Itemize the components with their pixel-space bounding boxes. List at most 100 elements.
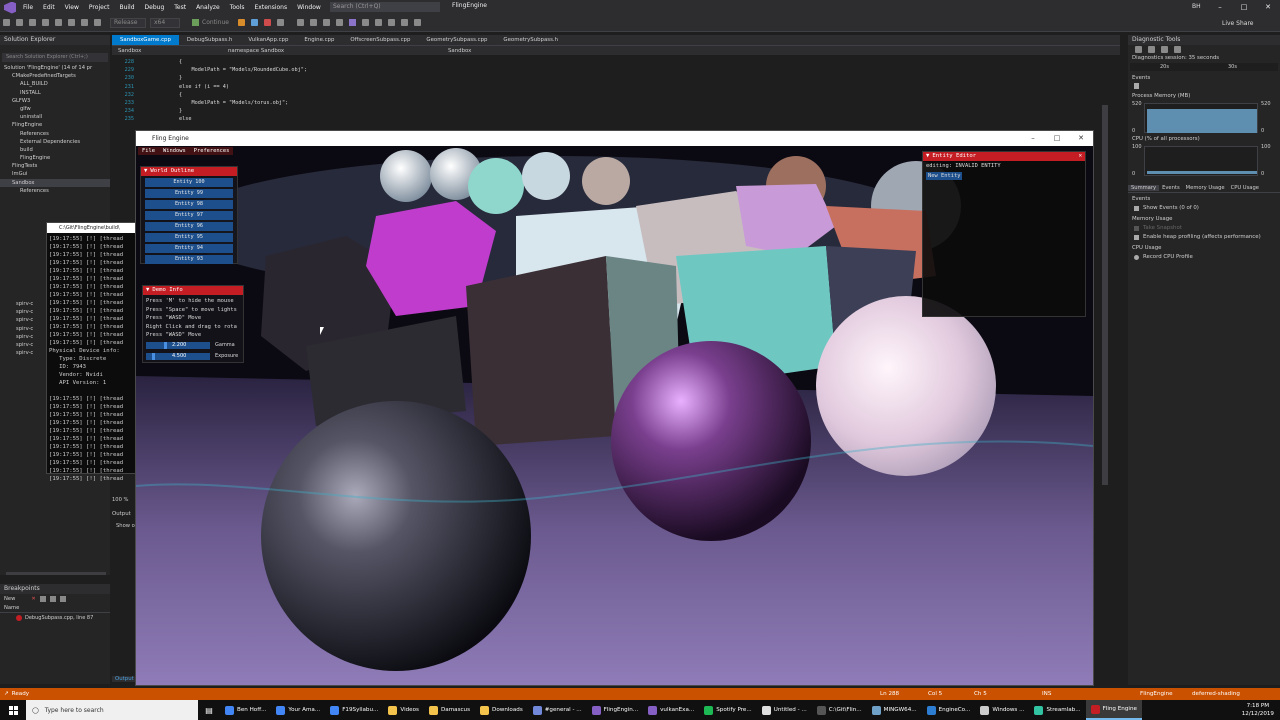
fling-menu-item[interactable]: File: [138, 148, 159, 154]
collapse-arrow-icon[interactable]: ▼: [144, 167, 147, 176]
solution-tree-item[interactable]: ImGui: [0, 170, 110, 178]
taskbar-app[interactable]: vulkanExa...: [643, 700, 699, 720]
taskbar-app[interactable]: Fling Engine: [1085, 700, 1142, 720]
diag-tab[interactable]: CPU Usage: [1228, 185, 1262, 191]
demo-info-header[interactable]: ▼ Demo Info: [143, 286, 243, 295]
entity-item[interactable]: Entity 95: [145, 233, 233, 242]
menu-view[interactable]: View: [60, 4, 84, 11]
console-window[interactable]: C:\Git\FlingEngine\build\ [19:17:55] [!]…: [46, 222, 138, 482]
maximize-icon[interactable]: □: [1232, 3, 1256, 11]
save-icon[interactable]: [55, 19, 62, 26]
status-branch[interactable]: deferred-shading: [1192, 688, 1240, 700]
record-cpu-button[interactable]: Record CPU Profile: [1128, 253, 1280, 262]
fling-maximize-icon[interactable]: □: [1045, 131, 1069, 146]
solution-tree-item[interactable]: ALL_BUILD: [0, 80, 110, 88]
nav-project-dropdown[interactable]: Sandbox: [112, 46, 222, 56]
delete-icon[interactable]: ✕: [31, 596, 35, 602]
taskbar-app[interactable]: Your Ama...: [271, 700, 325, 720]
menu-file[interactable]: File: [18, 4, 38, 11]
entity-item[interactable]: Entity 99: [145, 189, 233, 198]
find-icon[interactable]: [413, 19, 421, 26]
taskbar-clock[interactable]: 7:18 PM 12/12/2019: [1242, 702, 1274, 718]
solution-tree-item[interactable]: References: [0, 130, 110, 138]
continue-icon[interactable]: [192, 19, 199, 26]
timeline-ruler[interactable]: 20s 30s: [1130, 63, 1278, 71]
zoom-in-icon[interactable]: [1148, 46, 1155, 53]
entity-item[interactable]: Entity 93: [145, 255, 233, 264]
entity-item[interactable]: Entity 94: [145, 244, 233, 253]
undo-icon[interactable]: [81, 19, 88, 26]
uncomment-icon[interactable]: [387, 19, 395, 26]
back-icon[interactable]: [3, 19, 10, 26]
nav-scope-dropdown[interactable]: namespace Sandbox: [222, 46, 442, 56]
taskbar-app[interactable]: Downloads: [475, 700, 528, 720]
show-next-statement-icon[interactable]: [296, 19, 304, 26]
new-entity-button[interactable]: New Entity: [926, 171, 963, 181]
solution-tree-item[interactable]: uninstall: [0, 113, 110, 121]
solution-tree-item[interactable]: References: [0, 187, 110, 195]
editor-scrollbar[interactable]: [1102, 105, 1108, 485]
zoom-out-icon[interactable]: [1161, 46, 1168, 53]
menu-window[interactable]: Window: [292, 4, 326, 11]
solution-search-input[interactable]: Search Solution Explorer (Ctrl+;): [2, 53, 108, 62]
world-outline-window[interactable]: ▼ World Outline Entity 100 Entity 99 Entit…: [140, 166, 238, 264]
taskbar-app[interactable]: Untitled - ...: [757, 700, 812, 720]
editor-tab[interactable]: GeometrySubpass.cpp: [418, 35, 495, 45]
solution-tree-item[interactable]: FlingEngine: [0, 121, 110, 129]
platform-dropdown[interactable]: x64: [150, 17, 180, 28]
menu-debug[interactable]: Debug: [140, 4, 170, 11]
solution-tree-item[interactable]: FlingEngine: [0, 154, 110, 162]
show-events-link[interactable]: Show Events (0 of 0): [1128, 204, 1280, 213]
menu-project[interactable]: Project: [84, 4, 115, 11]
solution-tree-item[interactable]: CMakePredefinedTargets: [0, 72, 110, 80]
editor-tab[interactable]: SandboxGame.cpp: [112, 35, 179, 45]
taskbar-app[interactable]: Damascus: [424, 700, 475, 720]
gamma-slider-grab[interactable]: [164, 341, 168, 349]
solution-tree-item[interactable]: glfw: [0, 105, 110, 113]
restart-icon[interactable]: [276, 19, 284, 26]
fling-minimize-icon[interactable]: –: [1021, 131, 1045, 146]
demo-info-window[interactable]: ▼ Demo Info Press 'M' to hide the mouse P…: [142, 285, 244, 363]
menu-extensions[interactable]: Extensions: [250, 4, 293, 11]
reset-view-icon[interactable]: [1174, 46, 1181, 53]
bookmark-icon[interactable]: [400, 19, 408, 26]
toggle-breakpoints-icon[interactable]: [39, 596, 46, 602]
live-share-button[interactable]: Live Share: [1222, 20, 1253, 27]
save-all-icon[interactable]: [68, 19, 75, 26]
editor-tab[interactable]: Engine.cpp: [296, 35, 342, 45]
heap-profiling-toggle[interactable]: Enable heap profiling (affects performan…: [1128, 233, 1280, 242]
solution-scrollbar[interactable]: [6, 572, 106, 575]
output-show-from[interactable]: Show o: [116, 523, 135, 529]
exposure-slider-grab[interactable]: [152, 352, 156, 360]
entity-editor-window[interactable]: ▼ Entity Editor ✕ editing: INVALID ENTIT…: [922, 151, 1086, 317]
menu-tools[interactable]: Tools: [225, 4, 250, 11]
import-icon[interactable]: [59, 596, 66, 602]
search-input[interactable]: Search (Ctrl+Q): [330, 2, 440, 12]
solution-tree-item[interactable]: INSTALL: [0, 89, 110, 97]
step-into-icon[interactable]: [309, 19, 317, 26]
continue-button[interactable]: Continue: [202, 19, 229, 26]
fling-menu-item[interactable]: Preferences: [190, 148, 234, 154]
minimize-icon[interactable]: –: [1208, 3, 1232, 11]
solution-tree-item[interactable]: build: [0, 146, 110, 154]
entity-item[interactable]: Entity 96: [145, 222, 233, 231]
forward-icon[interactable]: [16, 19, 23, 26]
entity-editor-header[interactable]: ▼ Entity Editor ✕: [923, 152, 1085, 161]
status-repo[interactable]: FlingEngine: [1140, 688, 1173, 700]
solution-tree-item[interactable]: Sandbox: [0, 178, 110, 187]
fling-engine-window[interactable]: Fling Engine – □ ✕ File Windows Preferen…: [135, 130, 1094, 686]
taskbar-app[interactable]: EngineCo...: [922, 700, 976, 720]
taskbar-app[interactable]: Spotify Pre...: [699, 700, 756, 720]
fire-icon[interactable]: [237, 19, 245, 26]
menu-edit[interactable]: Edit: [38, 4, 60, 11]
exposure-slider[interactable]: 4.500: [146, 352, 210, 360]
solution-tree-item[interactable]: External Dependencies: [0, 138, 110, 146]
taskbar-app[interactable]: MINGW64...: [867, 700, 922, 720]
user-initials[interactable]: BH: [1192, 3, 1201, 10]
zoom-level[interactable]: 100 %: [112, 497, 128, 503]
collapse-arrow-icon[interactable]: ▼: [926, 152, 929, 161]
editor-tab[interactable]: OffscreenSubpass.cpp: [342, 35, 418, 45]
collapse-arrow-icon[interactable]: ▼: [146, 286, 149, 295]
menu-analyze[interactable]: Analyze: [191, 4, 225, 11]
comment-icon[interactable]: [374, 19, 382, 26]
